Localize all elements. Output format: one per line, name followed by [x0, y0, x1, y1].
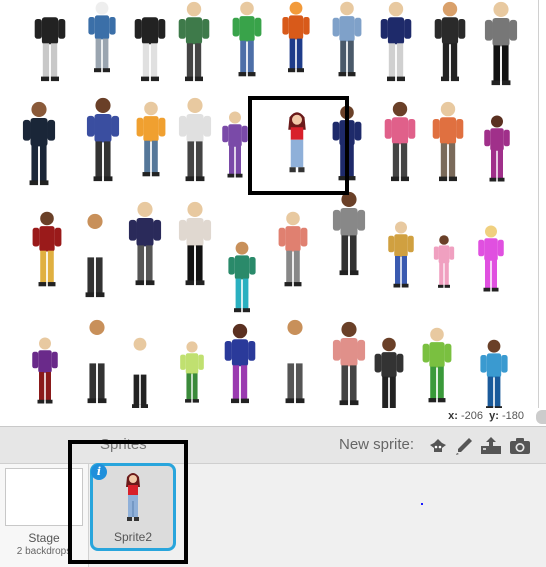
stage-character-sprite[interactable] — [276, 318, 314, 405]
stage-character-sprite[interactable] — [132, 0, 168, 83]
stage-character-sprite[interactable] — [126, 200, 164, 287]
mouse-y-value: -180 — [501, 410, 524, 422]
stage-tile[interactable]: Stage 2 backdrops — [0, 464, 89, 567]
stage-character-sprite[interactable] — [32, 0, 68, 83]
stage-character-sprite[interactable] — [430, 100, 466, 183]
camera-icon[interactable] — [509, 436, 530, 456]
stage-character-sprite[interactable] — [176, 0, 212, 83]
stage-character-sprite[interactable] — [178, 340, 206, 404]
stage-thumbnail — [5, 468, 83, 526]
sprite2-thumbnail — [126, 473, 140, 521]
stage-tile-label: Stage — [28, 531, 60, 545]
sprite-panel-header: Sprites New sprite: — [0, 427, 546, 464]
stage-character-sprite[interactable] — [330, 190, 368, 277]
stage-character-sprite[interactable] — [20, 100, 58, 187]
stage-character-sprite[interactable] — [482, 114, 512, 183]
coordinate-bar: x: -206 y: -180 — [0, 408, 546, 426]
stage-character-sprite[interactable] — [280, 0, 312, 74]
mouse-coordinates: x: -206 y: -180 — [448, 410, 524, 422]
stage-character-sprite[interactable] — [176, 200, 214, 287]
cursor-dot — [421, 503, 423, 505]
stage-character-sprite[interactable] — [230, 0, 264, 78]
stage-character-sprite[interactable] — [386, 220, 416, 289]
upload-sprite-icon[interactable] — [480, 436, 501, 456]
stage-character-sprite[interactable] — [330, 0, 364, 78]
stage-character-sprite[interactable] — [432, 0, 468, 83]
stage-character-sprite[interactable] — [176, 96, 214, 183]
stage-character-sprite[interactable] — [476, 224, 506, 293]
stage-character-sprite[interactable] — [276, 210, 310, 288]
paint-new-sprite-icon[interactable] — [454, 436, 474, 456]
stage-canvas[interactable] — [0, 0, 539, 408]
stage-character-sprite[interactable] — [432, 234, 456, 289]
stage-character-sprite[interactable] — [30, 336, 60, 405]
sprite-panel: Sprites New sprite: Stage 2 backdrops — [0, 426, 546, 567]
stage-character-sprite[interactable] — [382, 100, 418, 183]
stage-character-sprite[interactable] — [478, 338, 510, 408]
mouse-x-value: -206 — [460, 410, 483, 422]
sprite-tile-sprite2[interactable]: i Sprite2 — [90, 463, 176, 551]
stage-character-sprite[interactable] — [220, 110, 250, 179]
choose-sprite-from-library-icon[interactable] — [428, 436, 448, 456]
stage-character-sprite[interactable] — [86, 0, 118, 74]
stage-character-sprite[interactable] — [78, 318, 116, 405]
stage-character-sprite[interactable] — [330, 320, 368, 407]
stage-character-sprite[interactable] — [226, 240, 258, 314]
stage-character-sprite[interactable] — [330, 104, 364, 182]
stage-character-sprite[interactable] — [84, 96, 122, 183]
stage-character-sprite[interactable] — [124, 336, 156, 408]
stage-character-sprite[interactable] — [76, 212, 114, 299]
stage-character-sprite[interactable] — [372, 336, 406, 408]
new-sprite-label: New sprite: — [339, 436, 415, 453]
sprite-tile-name: Sprite2 — [113, 530, 153, 544]
stage-resize-handle[interactable] — [536, 410, 546, 424]
stage-character-sprite[interactable] — [30, 210, 64, 288]
stage-character-sprite[interactable] — [134, 100, 168, 178]
stage-character-sprite[interactable] — [378, 0, 414, 83]
sprites-title: Sprites — [100, 436, 147, 453]
stage-character-sprite[interactable] — [482, 0, 520, 87]
sprite2-on-stage[interactable] — [282, 106, 312, 186]
stage-character-sprite[interactable] — [222, 322, 258, 405]
info-icon[interactable]: i — [91, 464, 107, 480]
stage-character-sprite[interactable] — [420, 326, 454, 404]
stage-backdrops-count: 2 backdrops — [16, 546, 72, 557]
